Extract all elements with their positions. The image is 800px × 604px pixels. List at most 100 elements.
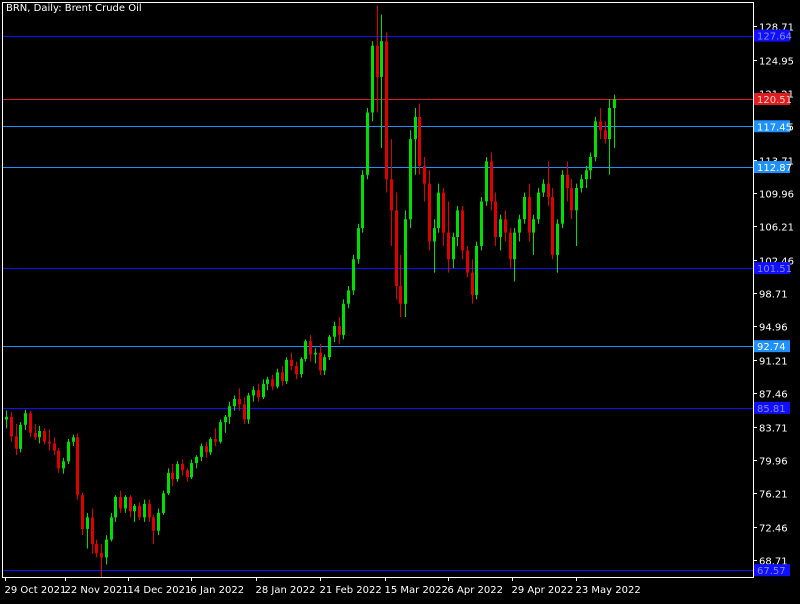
candle-body — [361, 174, 364, 229]
candle-body — [233, 399, 236, 407]
candle-body — [5, 416, 8, 420]
candle-body — [380, 41, 383, 77]
y-tick-label: 87.46 — [759, 390, 788, 401]
candle-body — [43, 431, 46, 442]
candle-body — [352, 259, 355, 291]
candle-body — [304, 341, 307, 359]
candle-body — [167, 472, 170, 494]
candle-body — [499, 219, 502, 238]
x-tick-label: 6 Apr 2022 — [448, 585, 503, 596]
candle-body — [91, 517, 94, 545]
chart-canvas[interactable]: 128.71124.95121.21117.45113.71109.96106.… — [0, 0, 800, 600]
level-label: 85.81 — [757, 404, 786, 415]
candle-body — [428, 183, 431, 242]
candle-body — [62, 461, 65, 469]
candle-body — [114, 496, 117, 518]
x-tick-label: 6 Jan 2022 — [191, 585, 245, 596]
candle-body — [485, 161, 488, 202]
candle-body — [195, 456, 198, 464]
candle-body — [390, 179, 393, 211]
candle-body — [466, 250, 469, 273]
candle-body — [276, 372, 279, 387]
candle-body — [338, 326, 341, 335]
candle-body — [152, 517, 155, 531]
candle-body — [309, 341, 312, 355]
candle-body — [15, 436, 18, 449]
candle-body — [238, 399, 241, 405]
candle-body — [271, 379, 274, 387]
candle-body — [347, 290, 350, 304]
candle-body — [542, 183, 545, 193]
candle-body — [76, 437, 79, 496]
candle-body — [342, 303, 345, 335]
x-tick-label: 15 Mar 2022 — [385, 585, 448, 596]
candle-body — [580, 179, 583, 189]
level-label: 127.64 — [757, 32, 792, 43]
candle-body — [95, 544, 98, 553]
candle-body — [143, 504, 146, 518]
candle-body — [171, 472, 174, 480]
candle-body — [585, 170, 588, 180]
candle-body — [442, 192, 445, 233]
level-label: 117.45 — [757, 122, 792, 133]
candle-body — [262, 383, 265, 398]
candle-body — [613, 99, 616, 109]
candle-body — [24, 413, 27, 425]
y-tick-label: 91.21 — [759, 357, 788, 368]
candle-body — [285, 359, 288, 382]
candle-body — [561, 174, 564, 224]
candle-body — [124, 496, 127, 509]
candle-body — [475, 245, 478, 295]
candle-body — [224, 416, 227, 423]
candle-body — [513, 232, 516, 260]
x-tick-label: 22 Nov 2021 — [65, 585, 129, 596]
candle-body — [162, 493, 165, 513]
candle-body — [266, 379, 269, 384]
candle-body — [433, 228, 436, 242]
price-chart[interactable]: 128.71124.95121.21117.45113.71109.96106.… — [0, 0, 800, 600]
candle-body — [566, 174, 569, 189]
candle-body — [290, 359, 293, 367]
candle-body — [509, 232, 512, 260]
candle-body — [257, 390, 260, 398]
candle-body — [480, 201, 483, 246]
candle-body — [186, 470, 189, 478]
y-tick-label: 98.71 — [759, 290, 788, 301]
candle-body — [10, 416, 13, 437]
level-label: 67.57 — [757, 566, 786, 577]
candle-body — [81, 495, 84, 529]
chart-title: BRN, Daily: Brent Crude Oil — [6, 3, 142, 14]
y-tick-label: 76.21 — [759, 490, 788, 501]
candle-body — [57, 450, 60, 469]
candle-body — [409, 139, 412, 220]
candle-body — [437, 192, 440, 229]
candle-body — [176, 463, 179, 480]
candle-body — [414, 116, 417, 140]
candle-body — [48, 441, 51, 444]
candle-body — [138, 505, 141, 518]
candle-body — [385, 41, 388, 180]
candle-body — [200, 446, 203, 457]
candle-body — [575, 188, 578, 211]
candle-body — [129, 496, 132, 512]
candle-body — [205, 446, 208, 453]
y-tick-label: 106.21 — [759, 223, 794, 234]
candle-body — [53, 443, 56, 451]
candle-body — [34, 432, 37, 438]
candle-body — [319, 352, 322, 371]
candle-body — [190, 463, 193, 478]
candle-body — [105, 539, 108, 558]
candle-body — [418, 116, 421, 166]
candle-body — [494, 201, 497, 238]
candle-body — [328, 336, 331, 358]
candle-body — [608, 108, 611, 140]
candle-body — [556, 223, 559, 255]
candle-body — [181, 463, 184, 471]
candle-body — [589, 156, 592, 171]
candle-body — [461, 210, 464, 251]
candle-body — [100, 552, 103, 558]
candle-body — [67, 441, 70, 462]
candle-body — [243, 404, 246, 420]
candle-body — [357, 228, 360, 260]
candle-body — [371, 45, 374, 113]
